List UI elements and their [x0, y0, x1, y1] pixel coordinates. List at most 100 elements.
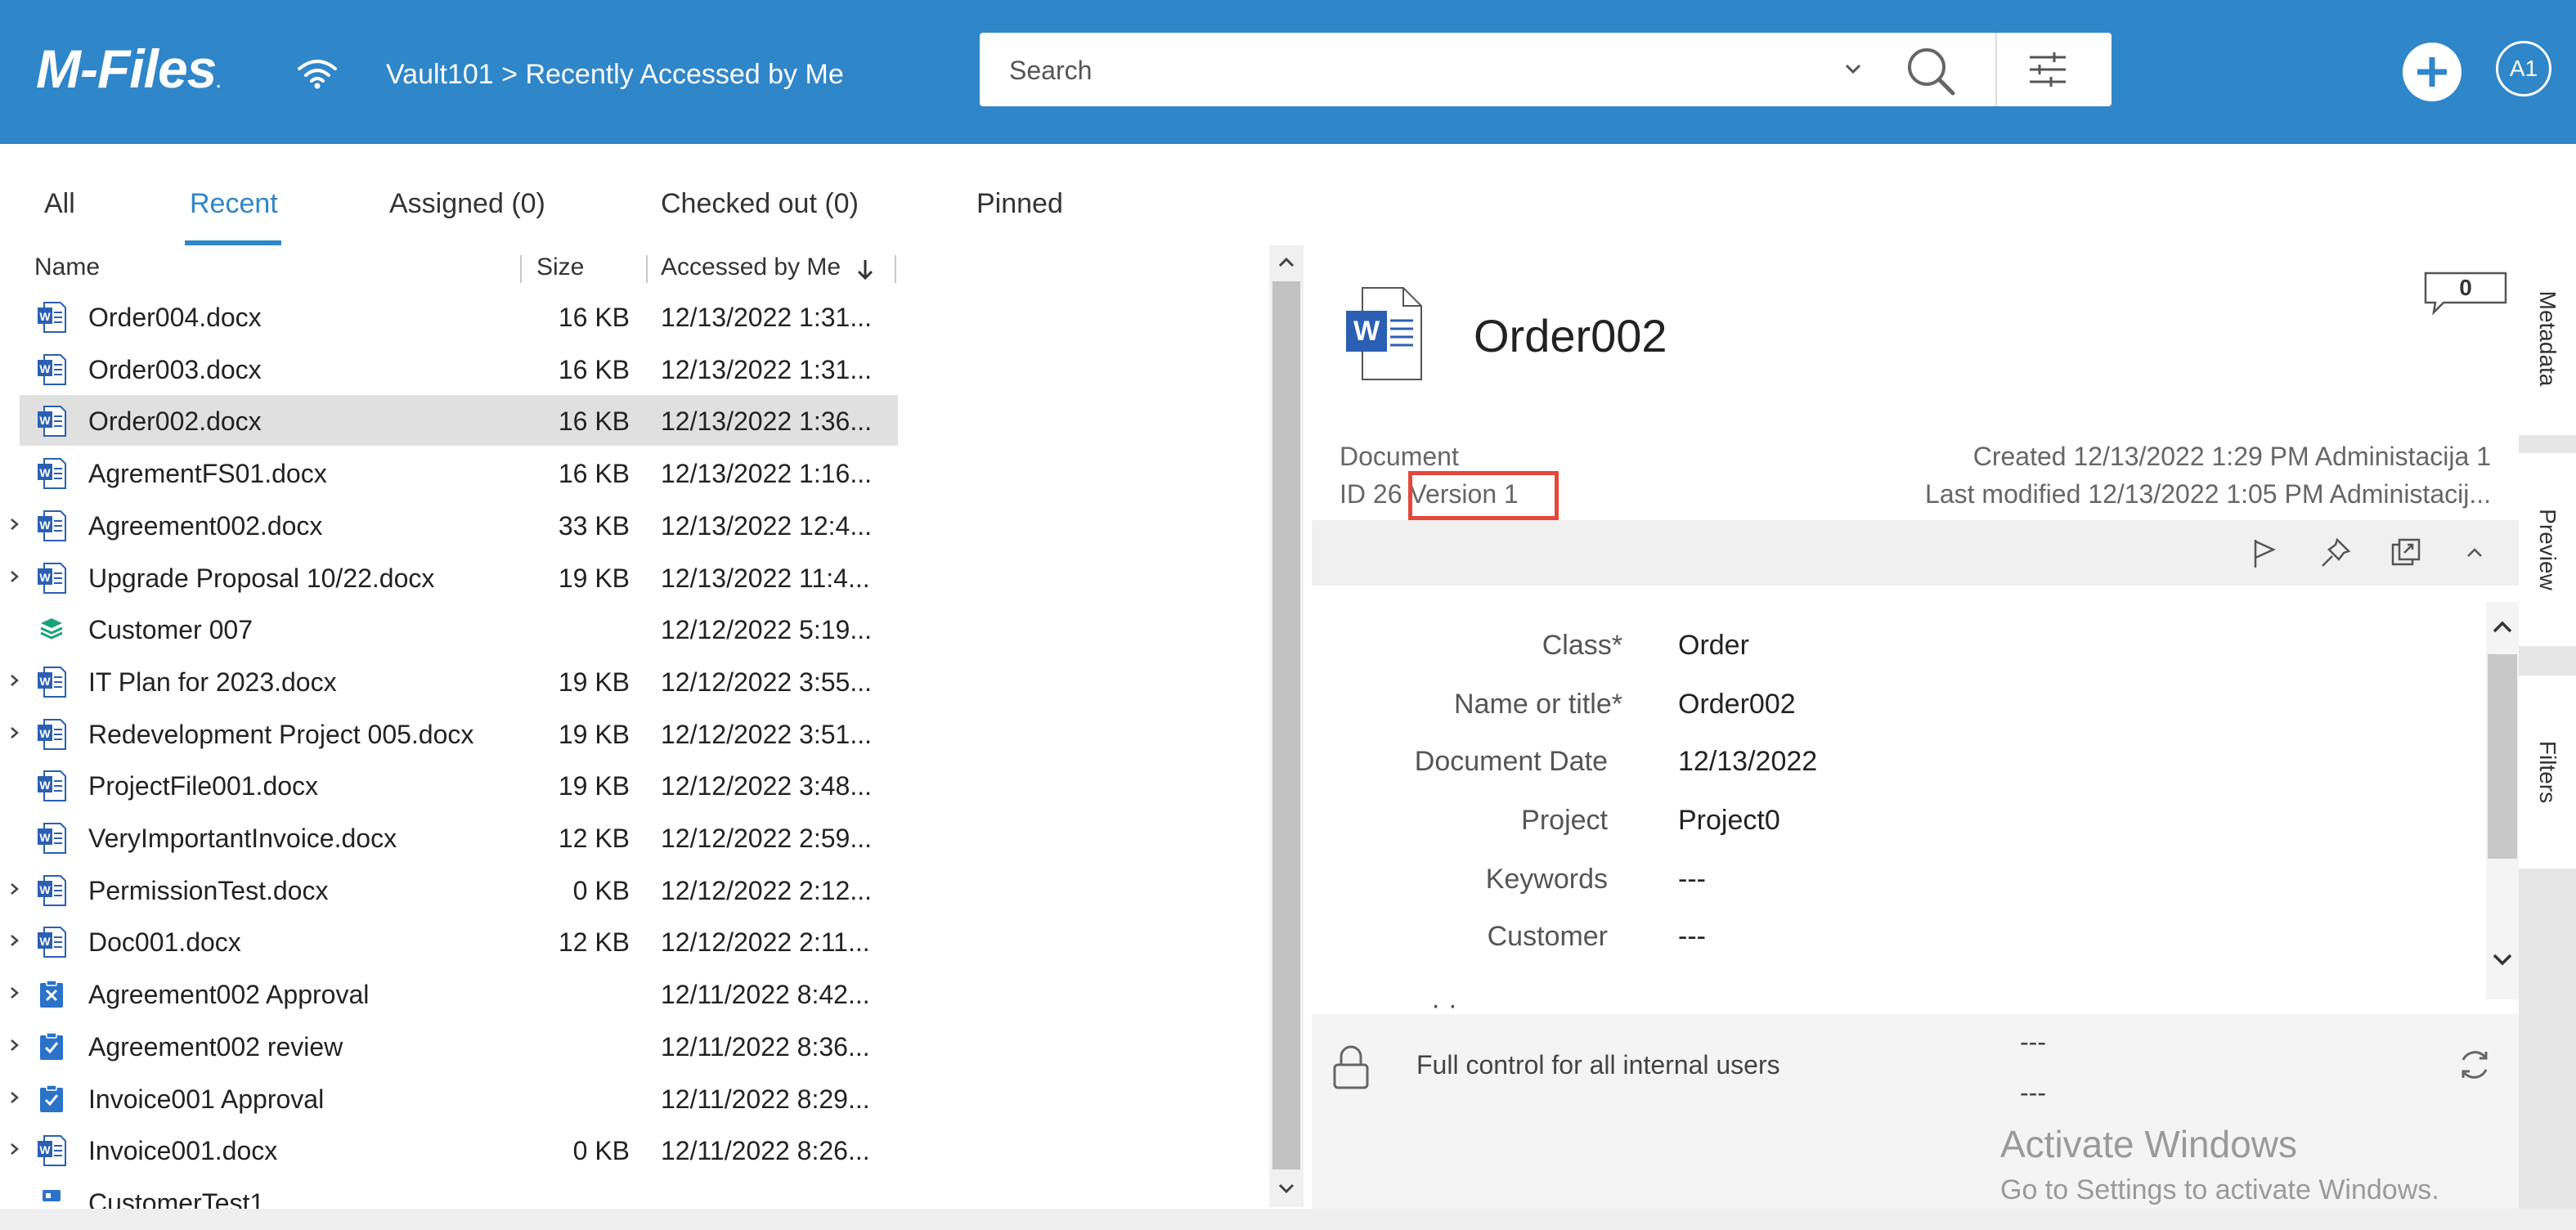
- word-doc-icon: W: [36, 405, 67, 438]
- expand-chevron-icon[interactable]: [7, 671, 23, 690]
- row-size: 16 KB: [558, 406, 630, 437]
- property-value-keywords[interactable]: ---: [1678, 864, 1706, 896]
- tab-checked-out[interactable]: Checked out (0): [661, 188, 859, 220]
- expand-chevron-icon[interactable]: [7, 1035, 23, 1055]
- word-doc-icon: W: [36, 718, 67, 751]
- row-size: 0 KB: [572, 875, 630, 905]
- list-row[interactable]: W Doc001.docx 12 KB 12/12/2022 2:11...: [11, 916, 898, 967]
- row-accessed: 12/12/2022 3:48...: [661, 771, 872, 801]
- column-resize-handle[interactable]: [520, 255, 522, 283]
- tab-recent[interactable]: Recent: [190, 188, 278, 220]
- list-row[interactable]: Customer 007 12/12/2022 5:19...: [20, 604, 898, 654]
- expand-chevron-icon[interactable]: [7, 1088, 23, 1107]
- expand-chevron-icon[interactable]: [7, 983, 23, 1003]
- search-icon[interactable]: [1902, 43, 1959, 100]
- pin-icon[interactable]: [2318, 535, 2354, 571]
- search-divider: [1995, 33, 1997, 106]
- property-value-project[interactable]: Project0: [1678, 805, 1780, 837]
- property-value-class[interactable]: Order: [1678, 630, 1749, 662]
- word-doc-icon: W: [36, 770, 67, 802]
- list-row[interactable]: Agreement002 Approval 12/11/2022 8:42...: [11, 968, 898, 1019]
- expand-chevron-icon[interactable]: [7, 931, 23, 950]
- list-row[interactable]: W Order004.docx 16 KB 12/13/2022 1:31...: [20, 291, 898, 342]
- list-row[interactable]: W Order003.docx 16 KB 12/13/2022 1:31...: [20, 343, 898, 394]
- scrollbar-thumb[interactable]: [2488, 654, 2517, 859]
- chevron-down-icon[interactable]: [1837, 51, 1869, 88]
- list-row[interactable]: W VeryImportantInvoice.docx 12 KB 12/12/202…: [20, 812, 898, 863]
- list-row[interactable]: W Upgrade Proposal 10/22.docx 19 KB 12/13/2…: [11, 552, 898, 603]
- svg-text:W: W: [39, 935, 51, 948]
- refresh-icon[interactable]: [2455, 1045, 2494, 1084]
- list-row[interactable]: Invoice001 Approval 12/11/2022 8:29...: [11, 1073, 898, 1124]
- user-avatar[interactable]: A1: [2496, 41, 2551, 97]
- row-name: ProjectFile001.docx: [88, 771, 319, 801]
- property-label: Name or title*: [1454, 689, 1622, 720]
- filter-settings-icon[interactable]: [2025, 49, 2071, 90]
- list-row[interactable]: Agreement002 review 12/11/2022 8:36...: [11, 1021, 898, 1071]
- column-header-size[interactable]: Size: [536, 254, 584, 281]
- scrollbar-thumb[interactable]: [1272, 281, 1300, 1169]
- side-tab-filters[interactable]: Filters: [2519, 676, 2576, 869]
- view-tabs: All Recent Assigned (0) Checked out (0) …: [0, 144, 1276, 245]
- list-row[interactable]: W AgrementFS01.docx 16 KB 12/13/2022 1:16..…: [20, 447, 898, 498]
- properties-scrollbar[interactable]: [2486, 602, 2519, 999]
- side-tab-metadata[interactable]: Metadata: [2519, 242, 2576, 435]
- expand-chevron-icon[interactable]: [7, 879, 23, 899]
- sort-descending-icon[interactable]: [854, 255, 877, 283]
- svg-text:W: W: [39, 675, 51, 688]
- list-row[interactable]: W PermissionTest.docx 0 KB 12/12/2022 2:12.…: [11, 864, 898, 915]
- list-row[interactable]: W Order002.docx 16 KB 12/13/2022 1:36...: [20, 395, 898, 447]
- object-title[interactable]: Order002: [1474, 309, 1667, 362]
- svg-text:W: W: [39, 1143, 51, 1156]
- breadcrumb[interactable]: Vault101 > Recently Accessed by Me: [386, 59, 844, 91]
- row-accessed: 12/13/2022 11:4...: [661, 563, 870, 593]
- property-label-cutoff: · ·: [1431, 990, 1458, 1011]
- scroll-down-icon[interactable]: [2489, 945, 2515, 972]
- expand-chevron-icon[interactable]: [7, 514, 23, 534]
- row-size: 19 KB: [558, 719, 630, 749]
- side-tab-preview[interactable]: Preview: [2519, 453, 2576, 646]
- row-name: CustomerTest1: [88, 1187, 265, 1209]
- scroll-up-icon[interactable]: [1276, 252, 1297, 273]
- collapse-icon[interactable]: [2457, 535, 2493, 571]
- flag-icon[interactable]: [2246, 535, 2282, 571]
- property-value-name[interactable]: Order002: [1678, 689, 1796, 720]
- row-name: PermissionTest.docx: [88, 875, 329, 905]
- expand-chevron-icon[interactable]: [7, 567, 23, 586]
- column-header-name[interactable]: Name: [34, 254, 100, 281]
- column-resize-handle[interactable]: [646, 255, 648, 283]
- list-row[interactable]: W Redevelopment Project 005.docx 19 KB 12/1…: [11, 708, 898, 759]
- tab-pinned[interactable]: Pinned: [976, 188, 1063, 220]
- row-accessed: 12/12/2022 2:59...: [661, 824, 872, 853]
- tab-all[interactable]: All: [44, 188, 75, 220]
- comment-bubble-icon[interactable]: 0: [2422, 270, 2509, 316]
- customer-icon: [36, 613, 67, 646]
- list-row[interactable]: W Agreement002.docx 33 KB 12/13/2022 12:4..…: [11, 500, 898, 550]
- property-value-customer[interactable]: ---: [1678, 921, 1706, 953]
- search-input[interactable]: [1008, 52, 1829, 88]
- list-scrollbar[interactable]: [1269, 245, 1304, 1207]
- permissions-text[interactable]: Full control for all internal users: [1416, 1050, 1780, 1080]
- property-label: Project: [1521, 805, 1608, 836]
- list-row[interactable]: W IT Plan for 2023.docx 19 KB 12/12/2022 3:…: [11, 656, 898, 707]
- open-window-icon[interactable]: [2388, 535, 2424, 571]
- m-files-logo[interactable]: M-Files.: [36, 38, 221, 100]
- list-row[interactable]: CustomerTest1: [20, 1177, 898, 1209]
- expand-chevron-icon[interactable]: [7, 1139, 23, 1159]
- column-resize-handle[interactable]: [895, 255, 896, 283]
- row-size: 16 KB: [558, 354, 630, 384]
- property-value-document-date[interactable]: 12/13/2022: [1678, 746, 1817, 778]
- scroll-down-icon[interactable]: [1276, 1178, 1297, 1199]
- scroll-up-icon[interactable]: [2489, 613, 2515, 640]
- row-name: Order002.docx: [88, 406, 262, 437]
- list-row[interactable]: W Invoice001.docx 0 KB 12/11/2022 8:26...: [11, 1125, 898, 1175]
- create-new-button[interactable]: [2403, 43, 2462, 101]
- properties-panel: Class* Name or title* Document Date Proj…: [1312, 586, 2488, 1011]
- tab-assigned[interactable]: Assigned (0): [389, 188, 545, 220]
- row-name: VeryImportantInvoice.docx: [88, 824, 397, 853]
- side-tab-label: Filters: [2535, 740, 2560, 804]
- row-size: 19 KB: [558, 771, 630, 801]
- expand-chevron-icon[interactable]: [7, 723, 23, 743]
- list-row[interactable]: W ProjectFile001.docx 19 KB 12/12/2022 3:48…: [20, 760, 898, 810]
- column-header-accessed[interactable]: Accessed by Me: [661, 254, 841, 281]
